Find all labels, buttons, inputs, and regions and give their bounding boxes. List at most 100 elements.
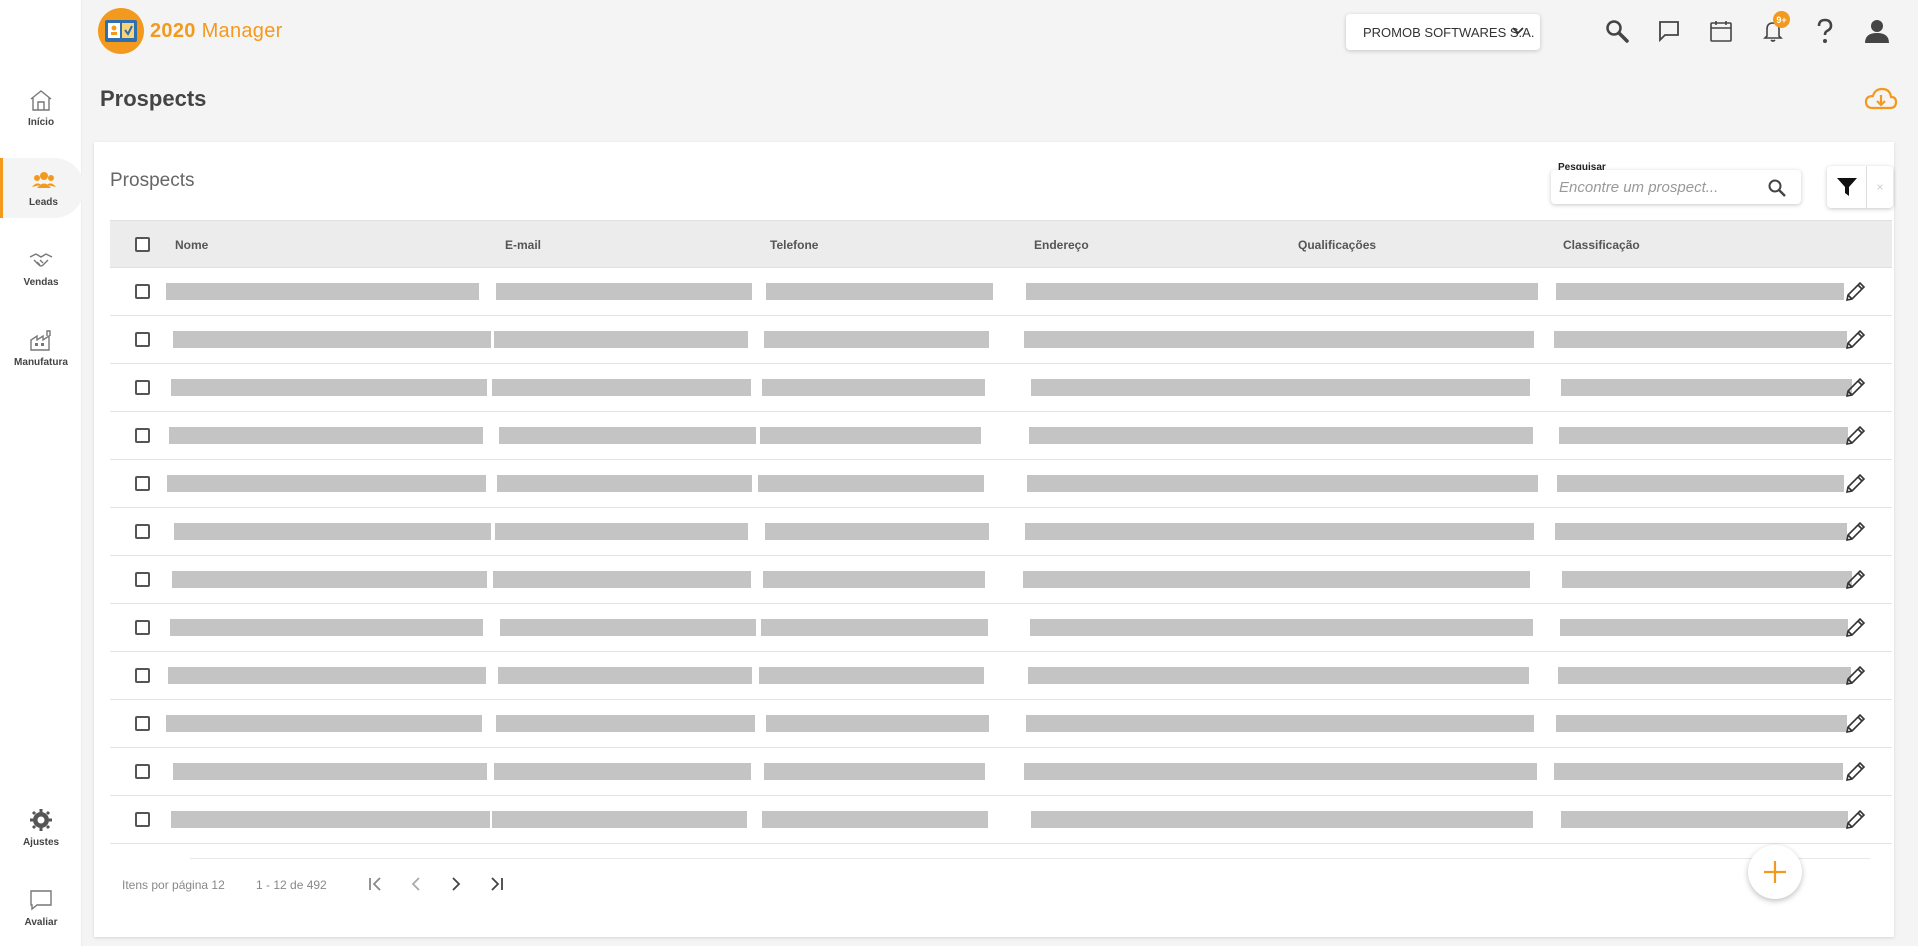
edit-pencil-icon[interactable] xyxy=(1843,568,1869,594)
edit-pencil-icon[interactable] xyxy=(1843,712,1869,738)
loading-placeholder xyxy=(761,619,988,636)
row-checkbox[interactable] xyxy=(135,620,150,635)
table-row[interactable] xyxy=(110,316,1892,364)
row-checkbox[interactable] xyxy=(135,332,150,347)
prospects-card: Prospects Pesquisar × Nome E-mail Telefo… xyxy=(94,142,1894,937)
row-checkbox[interactable] xyxy=(135,812,150,827)
sidebar-item-ajustes[interactable]: Ajustes xyxy=(0,798,82,858)
messages-icon[interactable] xyxy=(1654,16,1684,46)
edit-pencil-icon[interactable] xyxy=(1843,520,1869,546)
filter-button[interactable] xyxy=(1827,166,1867,208)
sidebar-item-inicio[interactable]: Início xyxy=(0,78,82,138)
loading-placeholder xyxy=(174,523,491,540)
loading-placeholder xyxy=(766,715,989,732)
loading-placeholder xyxy=(166,715,482,732)
table-row[interactable] xyxy=(110,604,1892,652)
page-title: Prospects xyxy=(100,86,207,111)
row-checkbox[interactable] xyxy=(135,428,150,443)
table-row[interactable] xyxy=(110,508,1892,556)
row-checkbox[interactable] xyxy=(135,284,150,299)
loading-placeholder xyxy=(1023,571,1302,588)
loading-placeholder xyxy=(1554,331,1847,348)
edit-pencil-icon[interactable] xyxy=(1843,808,1869,834)
first-page-icon[interactable] xyxy=(362,870,390,898)
row-checkbox[interactable] xyxy=(135,716,150,731)
edit-pencil-icon[interactable] xyxy=(1843,424,1869,450)
plus-icon xyxy=(1764,861,1786,883)
table-row[interactable] xyxy=(110,412,1892,460)
loading-placeholder xyxy=(1556,715,1847,732)
table-row[interactable] xyxy=(110,268,1892,316)
row-checkbox[interactable] xyxy=(135,524,150,539)
last-page-icon[interactable] xyxy=(482,870,510,898)
table-row[interactable] xyxy=(110,556,1892,604)
edit-pencil-icon[interactable] xyxy=(1843,616,1869,642)
edit-pencil-icon[interactable] xyxy=(1843,376,1869,402)
column-header-email[interactable]: E-mail xyxy=(505,238,541,252)
sidebar-item-vendas[interactable]: Vendas xyxy=(0,238,82,298)
row-checkbox[interactable] xyxy=(135,764,150,779)
table-row[interactable] xyxy=(110,700,1892,748)
table-row[interactable] xyxy=(110,652,1892,700)
edit-pencil-icon[interactable] xyxy=(1843,280,1869,306)
edit-pencil-icon[interactable] xyxy=(1843,664,1869,690)
edit-pencil-icon[interactable] xyxy=(1843,472,1869,498)
previous-page-icon[interactable] xyxy=(402,870,430,898)
items-per-page[interactable]: Itens por página 12 xyxy=(122,878,225,892)
loading-placeholder xyxy=(497,475,752,492)
loading-placeholder xyxy=(764,331,989,348)
search-icon[interactable] xyxy=(1767,178,1787,198)
loading-placeholder xyxy=(1292,811,1533,828)
loading-placeholder xyxy=(496,283,752,300)
loading-placeholder xyxy=(1297,475,1538,492)
column-header-endereco[interactable]: Endereço xyxy=(1034,238,1089,252)
search-field xyxy=(1551,170,1801,204)
search-icon[interactable] xyxy=(1602,16,1632,46)
loading-placeholder xyxy=(764,763,985,780)
sidebar-item-manufatura[interactable]: Manufatura xyxy=(0,318,82,378)
loading-placeholder xyxy=(1027,475,1303,492)
cloud-download-icon[interactable] xyxy=(1864,86,1898,114)
calendar-icon[interactable] xyxy=(1706,16,1736,46)
column-header-qualificacoes[interactable]: Qualificações xyxy=(1298,238,1376,252)
column-header-nome[interactable]: Nome xyxy=(175,238,208,252)
table-row[interactable] xyxy=(110,796,1892,844)
home-icon xyxy=(30,90,52,111)
help-icon[interactable] xyxy=(1810,16,1840,46)
add-prospect-button[interactable] xyxy=(1748,845,1802,899)
column-header-classificacao[interactable]: Classificação xyxy=(1563,238,1640,252)
select-all-checkbox[interactable] xyxy=(135,237,150,252)
loading-placeholder xyxy=(1554,763,1843,780)
sidebar-item-leads[interactable]: Leads xyxy=(0,158,84,218)
column-header-telefone[interactable]: Telefone xyxy=(770,238,818,252)
loading-placeholder xyxy=(1293,571,1530,588)
row-checkbox[interactable] xyxy=(135,380,150,395)
pagination-range: 1 - 12 de 492 xyxy=(256,878,327,892)
app-logo[interactable]: 2020 Manager xyxy=(98,8,283,54)
notifications-bell-icon[interactable]: 9+ xyxy=(1758,11,1790,46)
people-icon xyxy=(31,172,56,188)
sidebar-item-avaliar[interactable]: Avaliar xyxy=(0,878,82,938)
loading-placeholder xyxy=(1024,331,1299,348)
edit-pencil-icon[interactable] xyxy=(1843,760,1869,786)
card-title: Prospects xyxy=(110,170,195,191)
table-row[interactable] xyxy=(110,364,1892,412)
edit-pencil-icon[interactable] xyxy=(1843,328,1869,354)
user-avatar-icon[interactable] xyxy=(1862,16,1892,46)
company-select[interactable]: PROMOB SOFTWARES S.A. xyxy=(1346,14,1540,50)
loading-placeholder xyxy=(760,427,981,444)
loading-placeholder xyxy=(1031,379,1311,396)
search-input[interactable] xyxy=(1559,177,1759,197)
sidebar-item-label: Ajustes xyxy=(22,837,60,848)
loading-placeholder xyxy=(1561,811,1848,828)
row-checkbox[interactable] xyxy=(135,668,150,683)
row-checkbox[interactable] xyxy=(135,476,150,491)
next-page-icon[interactable] xyxy=(442,870,470,898)
table-row[interactable] xyxy=(110,460,1892,508)
loading-placeholder xyxy=(1561,379,1852,396)
row-checkbox[interactable] xyxy=(135,572,150,587)
loading-placeholder xyxy=(762,811,988,828)
table-row[interactable] xyxy=(110,748,1892,796)
loading-placeholder xyxy=(1294,331,1534,348)
filter-clear-button[interactable]: × xyxy=(1867,166,1893,208)
